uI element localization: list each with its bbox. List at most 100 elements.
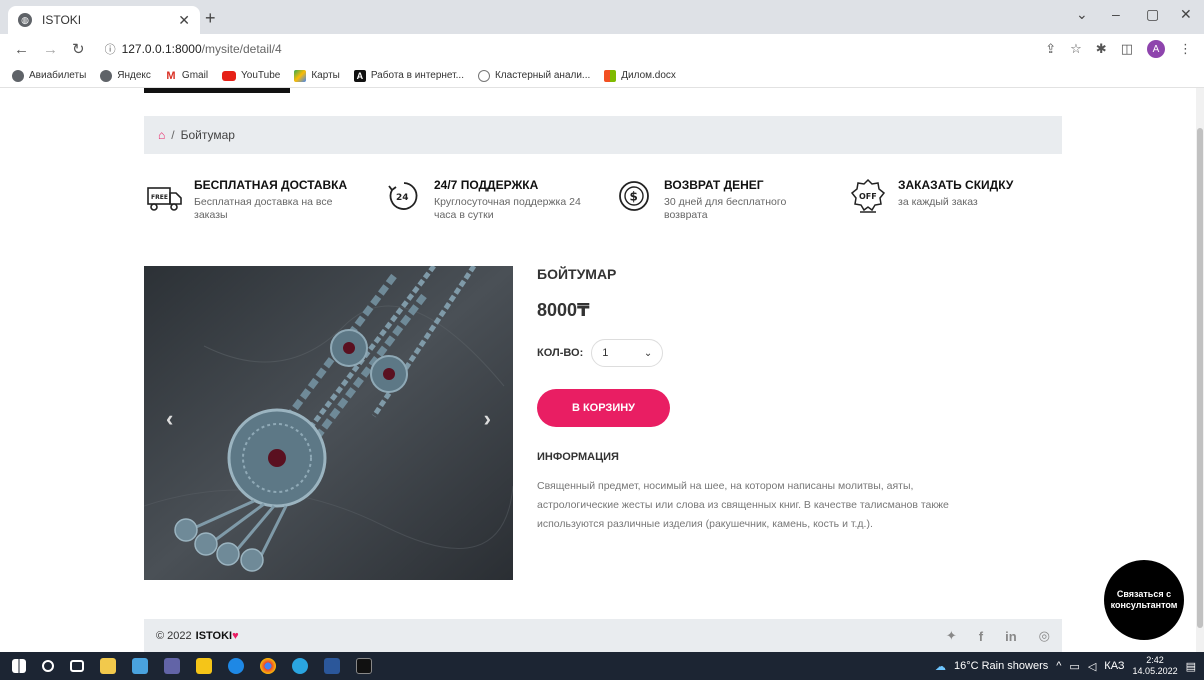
twitter-icon[interactable]: ✦ — [946, 628, 957, 644]
file-explorer-icon[interactable] — [100, 658, 116, 674]
features-row: FREE БЕСПЛАТНАЯ ДОСТАВКА Бесплатная дост… — [144, 178, 1062, 228]
bookmark-label: YouTube — [241, 70, 281, 81]
bulb-icon — [477, 69, 490, 82]
forward-icon[interactable]: → — [43, 41, 58, 58]
globe-icon: ◍ — [18, 13, 32, 27]
home-icon[interactable]: ⌂ — [158, 128, 165, 142]
svg-text:OFF: OFF — [859, 192, 877, 201]
back-icon[interactable]: ← — [14, 41, 29, 58]
money-back-icon: $ — [619, 181, 649, 211]
bookmark-item[interactable]: Карты — [294, 69, 340, 82]
gmail-icon: M — [164, 69, 177, 82]
product-info: БОЙТУМАР 8000₸ КОЛ-ВО: 1 ⌄ В КОРЗИНУ ИНФ… — [537, 266, 1057, 534]
system-tray: ☁ 16°C Rain showers ^ ▭ ◁ КАЗ 2:42 14.05… — [935, 652, 1196, 680]
carousel-prev-icon[interactable]: ‹ — [166, 406, 173, 432]
footer-brand[interactable]: ISTOKI — [196, 630, 232, 642]
bookmark-item[interactable]: Авиабилеты — [12, 69, 87, 82]
bookmark-item[interactable]: Дилом.docx — [604, 69, 676, 82]
chevron-down-icon: ⌄ — [643, 347, 653, 359]
copyright-text: © 2022 — [156, 630, 192, 642]
maximize-button[interactable]: ▢ — [1146, 6, 1159, 23]
extensions-icon[interactable]: ✱ — [1096, 41, 1107, 57]
sidepanel-icon[interactable]: ◫ — [1121, 41, 1133, 57]
chrome-icon[interactable] — [260, 658, 276, 674]
carousel-next-icon[interactable]: › — [484, 406, 491, 432]
bookmark-label: Авиабилеты — [29, 70, 87, 81]
svg-text:$: $ — [630, 190, 638, 204]
edge-icon[interactable] — [228, 658, 244, 674]
pycharm-icon[interactable] — [132, 658, 148, 674]
feature-discount: OFF ЗАКАЗАТЬ СКИДКУ за каждый заказ — [848, 178, 1013, 214]
page-scrollbar[interactable] — [1196, 88, 1204, 652]
url-host: 127.0.0.1:8000 — [121, 42, 202, 56]
instagram-icon[interactable]: ◎ — [1039, 628, 1050, 644]
window-close-button[interactable]: ✕ — [1180, 6, 1192, 23]
bookmark-item[interactable]: Кластерный анали... — [477, 69, 590, 82]
new-tab-button[interactable]: + — [205, 8, 216, 29]
quantity-label: КОЛ-ВО: — [537, 347, 584, 359]
scrollbar-thumb[interactable] — [1197, 128, 1203, 628]
windows-start-icon[interactable] — [12, 659, 26, 673]
bookmark-item[interactable]: M Gmail — [164, 69, 209, 82]
search-icon[interactable] — [42, 660, 54, 672]
info-text: Священный предмет, носимый на шее, на ко… — [537, 480, 949, 530]
reload-icon[interactable]: ↻ — [72, 40, 85, 58]
bookmark-star-icon[interactable]: ☆ — [1070, 41, 1082, 57]
product-price: 8000₸ — [537, 300, 590, 320]
svg-text:24: 24 — [396, 193, 409, 203]
clock-time: 2:42 — [1146, 655, 1164, 665]
discount-off-icon: OFF — [850, 178, 886, 213]
quantity-select[interactable]: 1 ⌄ — [591, 339, 664, 367]
breadcrumb: ⌂ / Бойтумар — [144, 116, 1062, 154]
svg-text:FREE: FREE — [151, 194, 168, 201]
bookmark-label: Gmail — [181, 70, 209, 81]
telegram-icon[interactable] — [292, 658, 308, 674]
menu-icon[interactable]: ⋮ — [1179, 41, 1192, 57]
product-image-carousel[interactable]: ‹ › — [144, 266, 513, 580]
tab-title: ISTOKI — [42, 13, 82, 27]
weather-text[interactable]: 16°C Rain showers — [954, 660, 1048, 672]
tab-search-icon[interactable]: ⌄ — [1076, 6, 1088, 23]
info-icon[interactable]: ⓘ — [105, 41, 116, 57]
url-field[interactable]: ⓘ 127.0.0.1:8000/mysite/detail/4 — [105, 41, 282, 57]
teams-icon[interactable] — [164, 658, 180, 674]
bookmark-label: Яндекс — [117, 70, 151, 81]
feature-desc: Круглосуточная поддержка 24 часа в сутки — [434, 196, 581, 221]
bookmark-label: Работа в интернет... — [370, 70, 464, 81]
feature-desc: за каждый заказ — [898, 196, 978, 208]
product-title: БОЙТУМАР — [537, 266, 617, 282]
lang-indicator[interactable]: КАЗ — [1104, 660, 1124, 672]
tab-close-icon[interactable]: ✕ — [178, 12, 190, 29]
facebook-icon[interactable]: f — [979, 629, 983, 644]
contact-consultant-button[interactable]: Связаться с консультантом — [1104, 560, 1184, 640]
a-icon: A — [353, 69, 366, 82]
clock-date: 14.05.2022 — [1132, 666, 1178, 676]
terminal-icon[interactable] — [356, 658, 372, 674]
feature-title: ВОЗВРАТ ДЕНЕГ — [664, 178, 764, 192]
delivery-truck-icon: FREE — [147, 187, 182, 211]
notifications-icon[interactable]: ▤ — [1186, 660, 1196, 673]
browser-tab[interactable]: ◍ ISTOKI ✕ — [8, 6, 200, 34]
linkedin-icon[interactable]: in — [1005, 629, 1017, 644]
feature-title: ЗАКАЗАТЬ СКИДКУ — [898, 178, 1014, 192]
weather-icon[interactable]: ☁ — [935, 660, 946, 673]
bookmark-item[interactable]: YouTube — [222, 70, 280, 81]
profile-avatar[interactable]: A — [1147, 40, 1165, 58]
add-to-cart-button[interactable]: В КОРЗИНУ — [537, 389, 670, 427]
bookmark-item[interactable]: A Работа в интернет... — [353, 69, 464, 82]
word-icon[interactable] — [324, 658, 340, 674]
minimize-button[interactable]: – — [1112, 6, 1120, 22]
bookmark-item[interactable]: Яндекс — [100, 69, 151, 82]
feature-title: 24/7 ПОДДЕРЖКА — [434, 178, 539, 192]
browser-toolbar-right: ⇪ ☆ ✱ ◫ A ⋮ — [1045, 40, 1192, 58]
volume-icon[interactable]: ◁ — [1088, 660, 1096, 673]
globe-icon — [100, 69, 113, 82]
product-photo — [144, 266, 513, 580]
sticky-notes-icon[interactable] — [196, 658, 212, 674]
chevron-up-icon[interactable]: ^ — [1056, 660, 1061, 672]
url-path: /mysite/detail/4 — [201, 42, 282, 56]
task-view-icon[interactable] — [70, 660, 84, 672]
clock[interactable]: 2:42 14.05.2022 — [1133, 655, 1178, 677]
share-icon[interactable]: ⇪ — [1045, 41, 1056, 57]
network-icon[interactable]: ▭ — [1069, 660, 1079, 673]
